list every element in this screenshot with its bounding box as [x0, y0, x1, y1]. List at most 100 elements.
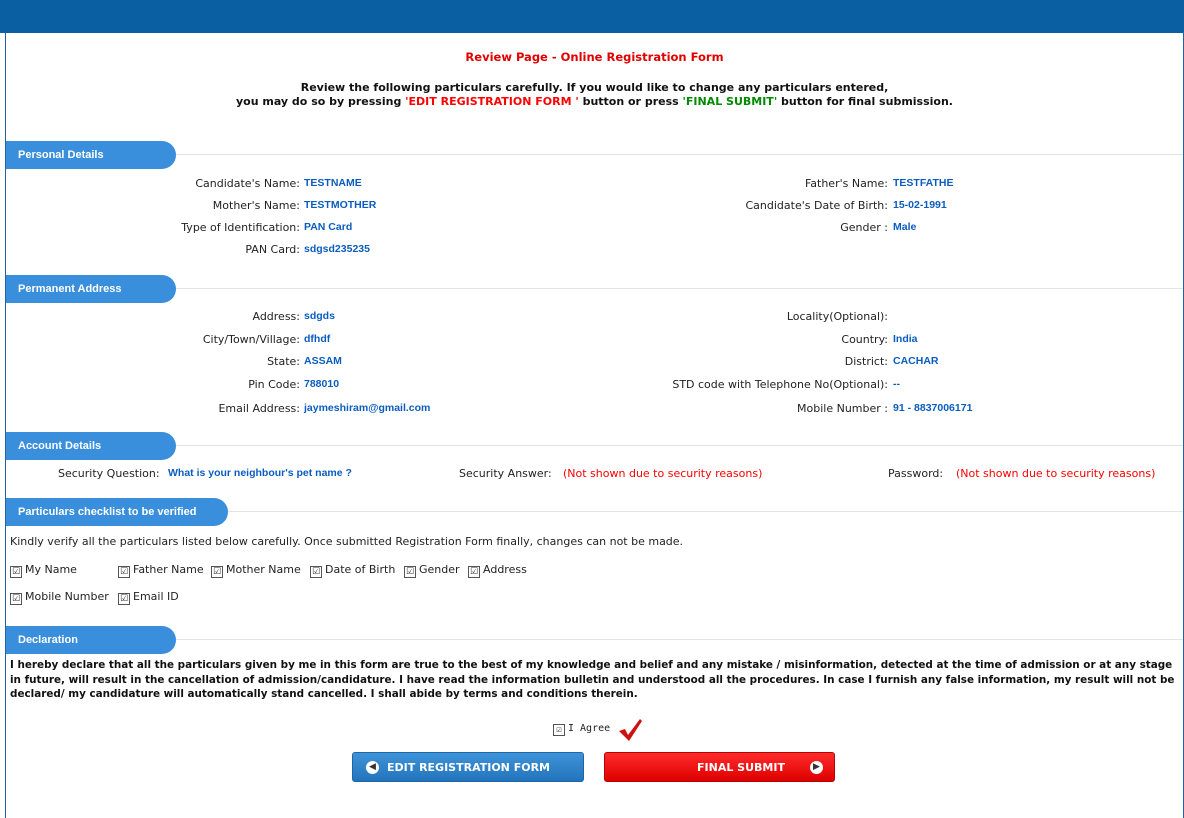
edit-reference: 'EDIT REGISTRATION FORM ' [405, 95, 579, 108]
top-banner [0, 0, 1184, 33]
state-label: State: [267, 355, 300, 368]
country-value: India [893, 333, 918, 345]
dob-value: 15-02-1991 [893, 199, 947, 211]
password-label: Password: [888, 467, 944, 480]
chevron-right-circle-icon: ▶ [810, 761, 823, 774]
check-mother-name[interactable]: ☑ Mother Name [211, 563, 301, 578]
checkbox-checked-icon[interactable]: ☑ [211, 566, 223, 578]
check-address[interactable]: ☑ Address [468, 563, 527, 578]
section-checklist: Particulars checklist to be verified [6, 498, 1183, 526]
agree-checkbox[interactable]: ☑ I Agree [553, 723, 610, 736]
security-question-value: What is your neighbour's pet name ? [168, 467, 352, 479]
check-email-id[interactable]: ☑ Email ID [118, 590, 179, 605]
gender-value: Male [893, 221, 917, 233]
security-answer-label: Security Answer: [459, 467, 552, 480]
checkbox-checked-icon[interactable]: ☑ [404, 566, 416, 578]
pin-value: 788010 [304, 378, 340, 390]
std-value: -- [893, 378, 900, 390]
mother-name-value: TESTMOTHER [304, 199, 377, 211]
intro-line-2-b: button or press [578, 95, 683, 108]
intro-line-2-c: button for final submission. [777, 95, 953, 108]
locality-label: Locality(Optional): [786, 310, 888, 323]
gender-label: Gender : [840, 221, 888, 234]
agree-label: I Agree [568, 723, 611, 734]
id-type-value: PAN Card [304, 221, 353, 233]
section-title-personal: Personal Details [6, 141, 176, 169]
checkbox-checked-icon[interactable]: ☑ [10, 593, 22, 605]
city-label: City/Town/Village: [202, 333, 300, 346]
check-dob[interactable]: ☑ Date of Birth [310, 563, 395, 578]
father-name-label: Father's Name: [804, 177, 888, 190]
section-permanent-address: Permanent Address [6, 275, 1183, 303]
checkbox-checked-icon[interactable]: ☑ [118, 566, 130, 578]
checkbox-checked-icon[interactable]: ☑ [310, 566, 322, 578]
check-my-name[interactable]: ☑ My Name [10, 563, 77, 578]
checkbox-checked-icon[interactable]: ☑ [468, 566, 480, 578]
address-label: Address: [252, 310, 300, 323]
section-rule [176, 445, 1183, 446]
check-label: My Name [25, 563, 77, 576]
pan-label: PAN Card: [245, 243, 300, 256]
state-value: ASSAM [304, 355, 342, 367]
email-value: jaymeshiram@gmail.com [304, 402, 431, 414]
intro-line-2: you may do so by pressing 'EDIT REGISTRA… [6, 95, 1183, 109]
checkbox-checked-icon[interactable]: ☑ [553, 724, 565, 736]
pan-value: sdgsd235235 [304, 243, 370, 255]
checklist-instruction: Kindly verify all the particulars listed… [10, 535, 684, 548]
std-label: STD code with Telephone No(Optional): [672, 378, 888, 391]
check-label: Email ID [133, 590, 179, 603]
mother-name-label: Mother's Name: [212, 199, 300, 212]
section-declaration: Declaration [6, 626, 1183, 654]
intro-line-2-a: you may do so by pressing [236, 95, 406, 108]
section-account-details: Account Details [6, 432, 1183, 460]
mobile-label: Mobile Number : [797, 402, 888, 415]
dob-label: Candidate's Date of Birth: [745, 199, 889, 212]
password-value: (Not shown due to security reasons) [956, 467, 1156, 480]
section-title-checklist: Particulars checklist to be verified [6, 498, 228, 526]
security-question-label: Security Question: [58, 467, 160, 480]
district-value: CACHAR [893, 355, 939, 367]
checkbox-checked-icon[interactable]: ☑ [10, 566, 22, 578]
final-button-label: FINAL SUBMIT [697, 761, 785, 774]
intro-text: Review the following particulars careful… [6, 81, 1183, 109]
section-title-account: Account Details [6, 432, 176, 460]
candidate-name-label: Candidate's Name: [195, 177, 300, 190]
check-gender[interactable]: ☑ Gender [404, 563, 460, 578]
section-title-declaration: Declaration [6, 626, 176, 654]
final-submit-button[interactable]: FINAL SUBMIT ▶ [604, 752, 835, 782]
checkbox-checked-icon[interactable]: ☑ [118, 593, 130, 605]
edit-button-label: EDIT REGISTRATION FORM [387, 761, 550, 774]
section-personal-details: Personal Details [6, 141, 1183, 169]
declaration-text: I hereby declare that all the particular… [10, 659, 1175, 700]
section-rule [176, 639, 1183, 640]
check-father-name[interactable]: ☑ Father Name [118, 563, 204, 578]
candidate-name-value: TESTNAME [304, 177, 362, 189]
section-title-address: Permanent Address [6, 275, 176, 303]
address-value: sdgds [304, 310, 335, 322]
id-type-label: Type of Identification: [181, 221, 300, 234]
check-label: Mobile Number [25, 590, 109, 603]
check-label: Address [483, 563, 527, 576]
check-label: Mother Name [226, 563, 301, 576]
security-answer-value: (Not shown due to security reasons) [563, 467, 763, 480]
intro-line-1: Review the following particulars careful… [300, 81, 889, 94]
email-label: Email Address: [218, 402, 300, 415]
check-label: Date of Birth [325, 563, 396, 576]
check-label: Father Name [133, 563, 204, 576]
edit-registration-form-button[interactable]: ◀ EDIT REGISTRATION FORM [352, 752, 584, 782]
city-value: dfhdf [304, 333, 331, 345]
section-rule [228, 511, 1183, 512]
chevron-left-circle-icon: ◀ [366, 761, 379, 774]
district-label: District: [844, 355, 888, 368]
red-checkmark-icon [619, 719, 642, 741]
pin-label: Pin Code: [248, 378, 300, 391]
section-rule [176, 288, 1183, 289]
section-rule [176, 154, 1183, 155]
final-reference: 'FINAL SUBMIT' [682, 95, 778, 108]
check-mobile-number[interactable]: ☑ Mobile Number [10, 590, 109, 605]
page-title: Review Page - Online Registration Form [465, 50, 724, 64]
country-label: Country: [841, 333, 888, 346]
mobile-value: 91 - 8837006171 [893, 402, 973, 414]
check-label: Gender [419, 563, 460, 576]
father-name-value: TESTFATHE [893, 177, 954, 189]
